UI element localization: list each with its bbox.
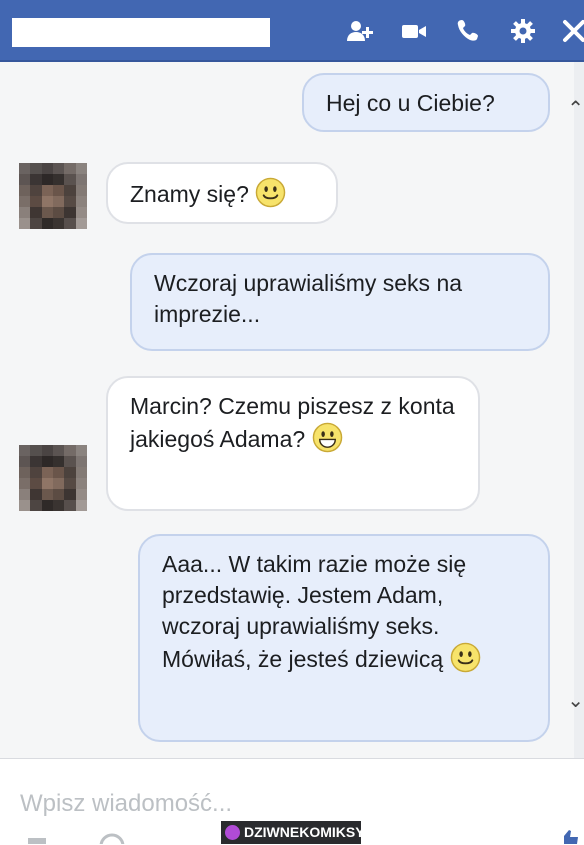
- message-text: Wczoraj uprawialiśmy seks na imprezie...: [154, 270, 463, 327]
- message-text: Marcin? Czemu piszesz z konta jakiegoś A…: [130, 393, 455, 452]
- phone-call-icon[interactable]: [455, 17, 483, 45]
- emoji-picker-icon[interactable]: [98, 828, 126, 844]
- smiley-emoji-icon: [255, 177, 286, 208]
- scroll-down-arrow-icon[interactable]: ⌄: [567, 688, 584, 712]
- watermark-logo-icon: [225, 825, 240, 840]
- message-text: Aaa... W takim razie może się przedstawi…: [162, 551, 467, 672]
- message-bubble-incoming: Znamy się?: [106, 162, 338, 224]
- attach-icon[interactable]: [24, 828, 52, 844]
- chat-header: [0, 0, 584, 62]
- gear-icon[interactable]: [509, 17, 537, 45]
- watermark-text: DZIWNEKOMIKSY.PL: [244, 824, 385, 840]
- message-bubble-outgoing: Aaa... W takim razie może się przedstawi…: [138, 534, 550, 742]
- message-text: Znamy się?: [130, 181, 256, 207]
- watermark: DZIWNEKOMIKSY.PL: [221, 821, 385, 844]
- avatar[interactable]: [19, 445, 87, 511]
- close-icon[interactable]: [560, 17, 584, 45]
- scroll-up-arrow-icon[interactable]: ⌃: [567, 96, 584, 120]
- scrollbar[interactable]: [574, 62, 584, 758]
- message-text: Hej co u Ciebie?: [326, 90, 495, 116]
- avatar[interactable]: [19, 163, 87, 229]
- smiley-emoji-icon: [312, 422, 343, 453]
- message-input[interactable]: [18, 785, 542, 823]
- like-icon[interactable]: [556, 828, 584, 844]
- message-bubble-incoming: Marcin? Czemu piszesz z konta jakiegoś A…: [106, 376, 480, 511]
- message-bubble-outgoing: Wczoraj uprawialiśmy seks na imprezie...: [130, 253, 550, 351]
- message-bubble-outgoing: Hej co u Ciebie?: [302, 73, 550, 132]
- video-call-icon[interactable]: [400, 17, 428, 45]
- smiley-emoji-icon: [450, 642, 481, 673]
- contact-name: [12, 18, 270, 47]
- add-people-icon[interactable]: [346, 17, 374, 45]
